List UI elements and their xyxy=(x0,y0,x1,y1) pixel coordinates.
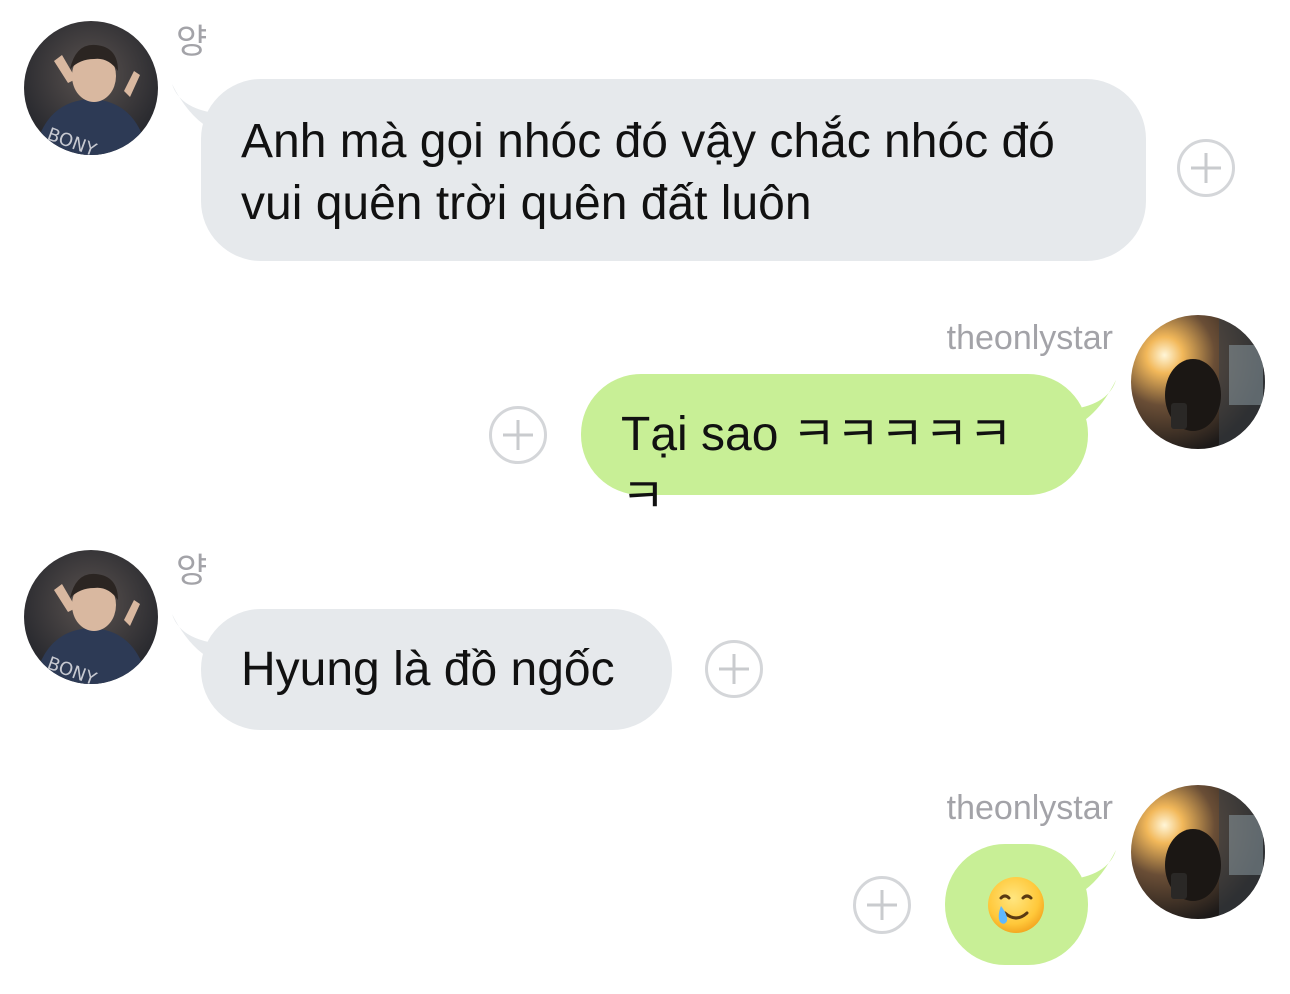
message-bubble-outgoing[interactable] xyxy=(945,844,1088,965)
sender-avatar[interactable] xyxy=(1131,785,1265,919)
sender-name: theonlystar xyxy=(946,789,1113,827)
message-text: Hyung là đồ ngốc xyxy=(241,643,615,696)
sender-name: 양 xyxy=(176,23,208,61)
sender-avatar[interactable]: BONY xyxy=(24,21,158,155)
message-bubble-incoming[interactable]: Anh mà gọi nhóc đó vậy chắc nhóc đó vui … xyxy=(201,79,1146,261)
smiling-face-with-tear-icon xyxy=(988,877,1044,933)
add-reaction-button[interactable] xyxy=(853,876,911,934)
message-text: Tại sao ㅋㅋㅋㅋㅋㅋ xyxy=(621,408,1013,523)
sender-avatar[interactable] xyxy=(1131,315,1265,449)
sender-avatar[interactable]: BONY xyxy=(24,550,158,684)
message-bubble-outgoing[interactable]: Tại sao ㅋㅋㅋㅋㅋㅋ xyxy=(581,374,1088,523)
add-reaction-button[interactable] xyxy=(705,640,763,698)
add-reaction-button[interactable] xyxy=(1177,139,1235,197)
message-line: vui quên trời quên đất luôn xyxy=(241,177,812,230)
message-bubble-incoming[interactable]: Hyung là đồ ngốc xyxy=(201,609,672,730)
sender-name: theonlystar xyxy=(946,319,1113,357)
message-line: Anh mà gọi nhóc đó vậy chắc nhóc đó xyxy=(241,115,1055,168)
add-reaction-button[interactable] xyxy=(489,406,547,464)
sender-name: 양 xyxy=(176,552,208,590)
